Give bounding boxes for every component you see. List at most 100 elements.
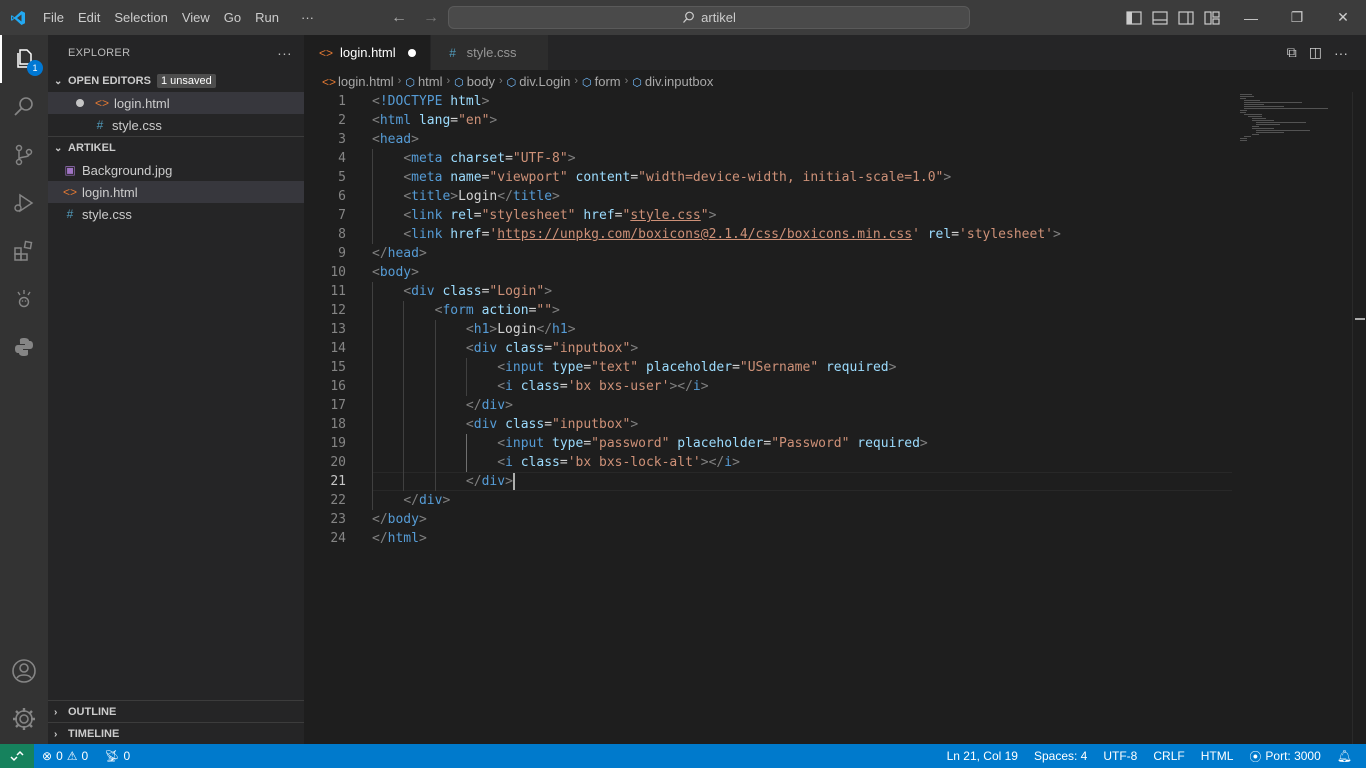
explorer-sidebar: EXPLORER ··· ⌄ OPEN EDITORS 1 unsaved <>… — [48, 35, 304, 744]
code-token: meta — [411, 170, 451, 185]
ports-status[interactable]: 📡︎ 0 — [96, 749, 138, 763]
menu-item-run[interactable]: Run — [248, 0, 286, 35]
code-token: "inputbox" — [552, 417, 631, 432]
explorer-icon[interactable]: 1 — [0, 35, 48, 83]
customize-layout-icon[interactable] — [1202, 8, 1222, 28]
menu-overflow-icon[interactable]: ··· — [294, 0, 321, 35]
code-token: Login — [458, 189, 498, 204]
code-token: > — [708, 208, 717, 223]
menu-item-view[interactable]: View — [175, 0, 217, 35]
split-editor-icon[interactable]: ◫ — [1309, 44, 1322, 61]
encoding[interactable]: UTF-8 — [1095, 749, 1145, 763]
toggle-primary-sidebar-icon[interactable] — [1124, 8, 1144, 28]
breadcrumb: <> login.html › ⬡ html › ⬡ body › ⬡ div.Login › ⬡ for… — [304, 70, 1366, 92]
code-token: < — [465, 322, 474, 337]
cursor-position[interactable]: Ln 21, Col 19 — [939, 749, 1026, 763]
code-text: <input type="text" placeholder="USername… — [372, 358, 896, 377]
menu-item-go[interactable]: Go — [217, 0, 248, 35]
code-editor[interactable]: 1 <!DOCTYPE html> 2 <html lang="en"> 3 <head>… — [304, 92, 1234, 744]
code-token: required — [825, 360, 889, 375]
minimize-icon[interactable]: — — [1228, 0, 1274, 35]
more-actions-icon[interactable]: ··· — [277, 45, 292, 61]
toggle-panel-icon[interactable] — [1150, 8, 1170, 28]
html-file-icon: <> — [62, 185, 77, 199]
navigation-arrows: ← → — [388, 0, 442, 35]
code-token: name — [450, 170, 482, 185]
code-line: 10 <body> — [304, 263, 1234, 282]
project-folder-header[interactable]: ⌄ ARTIKEL — [48, 137, 304, 159]
breadcrumb-label: html — [417, 73, 443, 89]
back-arrow-icon[interactable]: ← — [388, 7, 410, 29]
file-label: Background.jpg — [82, 162, 173, 178]
code-line: 20 <i class='bx bxs-lock-alt'></i> — [304, 453, 1234, 472]
remote-window-icon[interactable] — [0, 744, 34, 768]
minimap-preview — [1240, 94, 1328, 141]
code-token: > — [700, 379, 709, 394]
code-token: rel — [450, 208, 474, 223]
accounts-icon[interactable] — [0, 647, 48, 695]
code-line: 19 <input type="password" placeholder="P… — [304, 434, 1234, 453]
notifications-bell-icon[interactable]: 🔔︎ — [1329, 749, 1360, 763]
code-token: div — [473, 417, 506, 432]
code-text: </head> — [372, 244, 427, 263]
open-editor-item-login-html[interactable]: <> login.html — [48, 92, 304, 114]
settings-gear-icon[interactable] — [0, 695, 48, 743]
symbol-element-icon: ⬡ — [405, 76, 415, 89]
code-token: div — [473, 341, 506, 356]
restore-icon[interactable]: ❐ — [1274, 0, 1320, 35]
menu-item-edit[interactable]: Edit — [71, 0, 107, 35]
breadcrumb-item[interactable]: <> login.html — [322, 74, 394, 89]
forward-arrow-icon[interactable]: → — [420, 7, 442, 29]
code-token: "width=device-width, initial-scale=1.0" — [638, 170, 944, 185]
testing-icon[interactable] — [0, 275, 48, 323]
file-item-login-html[interactable]: <> login.html — [48, 181, 304, 203]
source-control-icon[interactable] — [0, 131, 48, 179]
close-icon[interactable]: ✕ — [1320, 0, 1366, 35]
language-mode[interactable]: HTML — [1193, 749, 1242, 763]
unsaved-dot-icon[interactable] — [76, 99, 84, 107]
indentation[interactable]: Spaces: 4 — [1026, 749, 1095, 763]
search-icon[interactable] — [0, 83, 48, 131]
vertical-scrollbar[interactable] — [1352, 92, 1366, 744]
breadcrumb-item[interactable]: ⬡ html — [405, 74, 442, 89]
timeline-header[interactable]: › TIMELINE — [48, 723, 304, 745]
breadcrumb-item[interactable]: ⬡ body — [454, 74, 495, 89]
open-editor-item-style-css[interactable]: # style.css — [48, 114, 304, 136]
code-token: " — [700, 208, 709, 223]
open-preview-icon[interactable]: ⧉ — [1287, 44, 1297, 61]
code-token: "" — [536, 303, 553, 318]
run-debug-icon[interactable] — [0, 179, 48, 227]
chevron-right-icon: › — [54, 706, 58, 718]
breadcrumb-item[interactable]: ⬡ form — [582, 74, 621, 89]
tab-login-html[interactable]: <> login.html — [304, 35, 431, 70]
breadcrumb-item[interactable]: ⬡ div.inputbox — [632, 74, 713, 89]
menu-item-selection[interactable]: Selection — [107, 0, 174, 35]
code-line: 18 <div class="inputbox"> — [304, 415, 1234, 434]
more-actions-icon[interactable]: ··· — [1334, 45, 1348, 61]
outline-header[interactable]: › OUTLINE — [48, 701, 304, 723]
code-token: > — [450, 189, 459, 204]
end-of-line[interactable]: CRLF — [1145, 749, 1192, 763]
modified-dot-icon[interactable] — [407, 48, 416, 57]
code-token: i — [692, 379, 701, 394]
minimap[interactable] — [1234, 92, 1352, 744]
tab-style-css[interactable]: # style.css — [430, 35, 549, 70]
toggle-secondary-sidebar-icon[interactable] — [1176, 8, 1196, 28]
file-item-background-jpg[interactable]: ▣ Background.jpg — [48, 159, 304, 181]
live-server-port[interactable]: ⦿ Port: 3000 — [1241, 748, 1328, 765]
code-line: 1 <!DOCTYPE html> — [304, 92, 1234, 111]
problems-status[interactable]: ⊗ 0 ⚠ 0 — [34, 749, 96, 763]
breadcrumb-item[interactable]: ⬡ div.Login — [507, 74, 571, 89]
code-token: meta — [411, 151, 451, 166]
file-item-style-css[interactable]: # style.css — [48, 203, 304, 225]
code-token: > — [630, 417, 639, 432]
menu-item-file[interactable]: File — [36, 0, 71, 35]
extensions-icon[interactable] — [0, 227, 48, 275]
command-center-search[interactable]: artikel — [448, 6, 970, 29]
python-icon[interactable] — [0, 323, 48, 371]
line-number: 24 — [330, 531, 346, 546]
open-editors-header[interactable]: ⌄ OPEN EDITORS 1 unsaved — [48, 70, 304, 92]
html-file-icon: <> — [322, 74, 337, 89]
html-file-icon: <> — [94, 96, 109, 110]
